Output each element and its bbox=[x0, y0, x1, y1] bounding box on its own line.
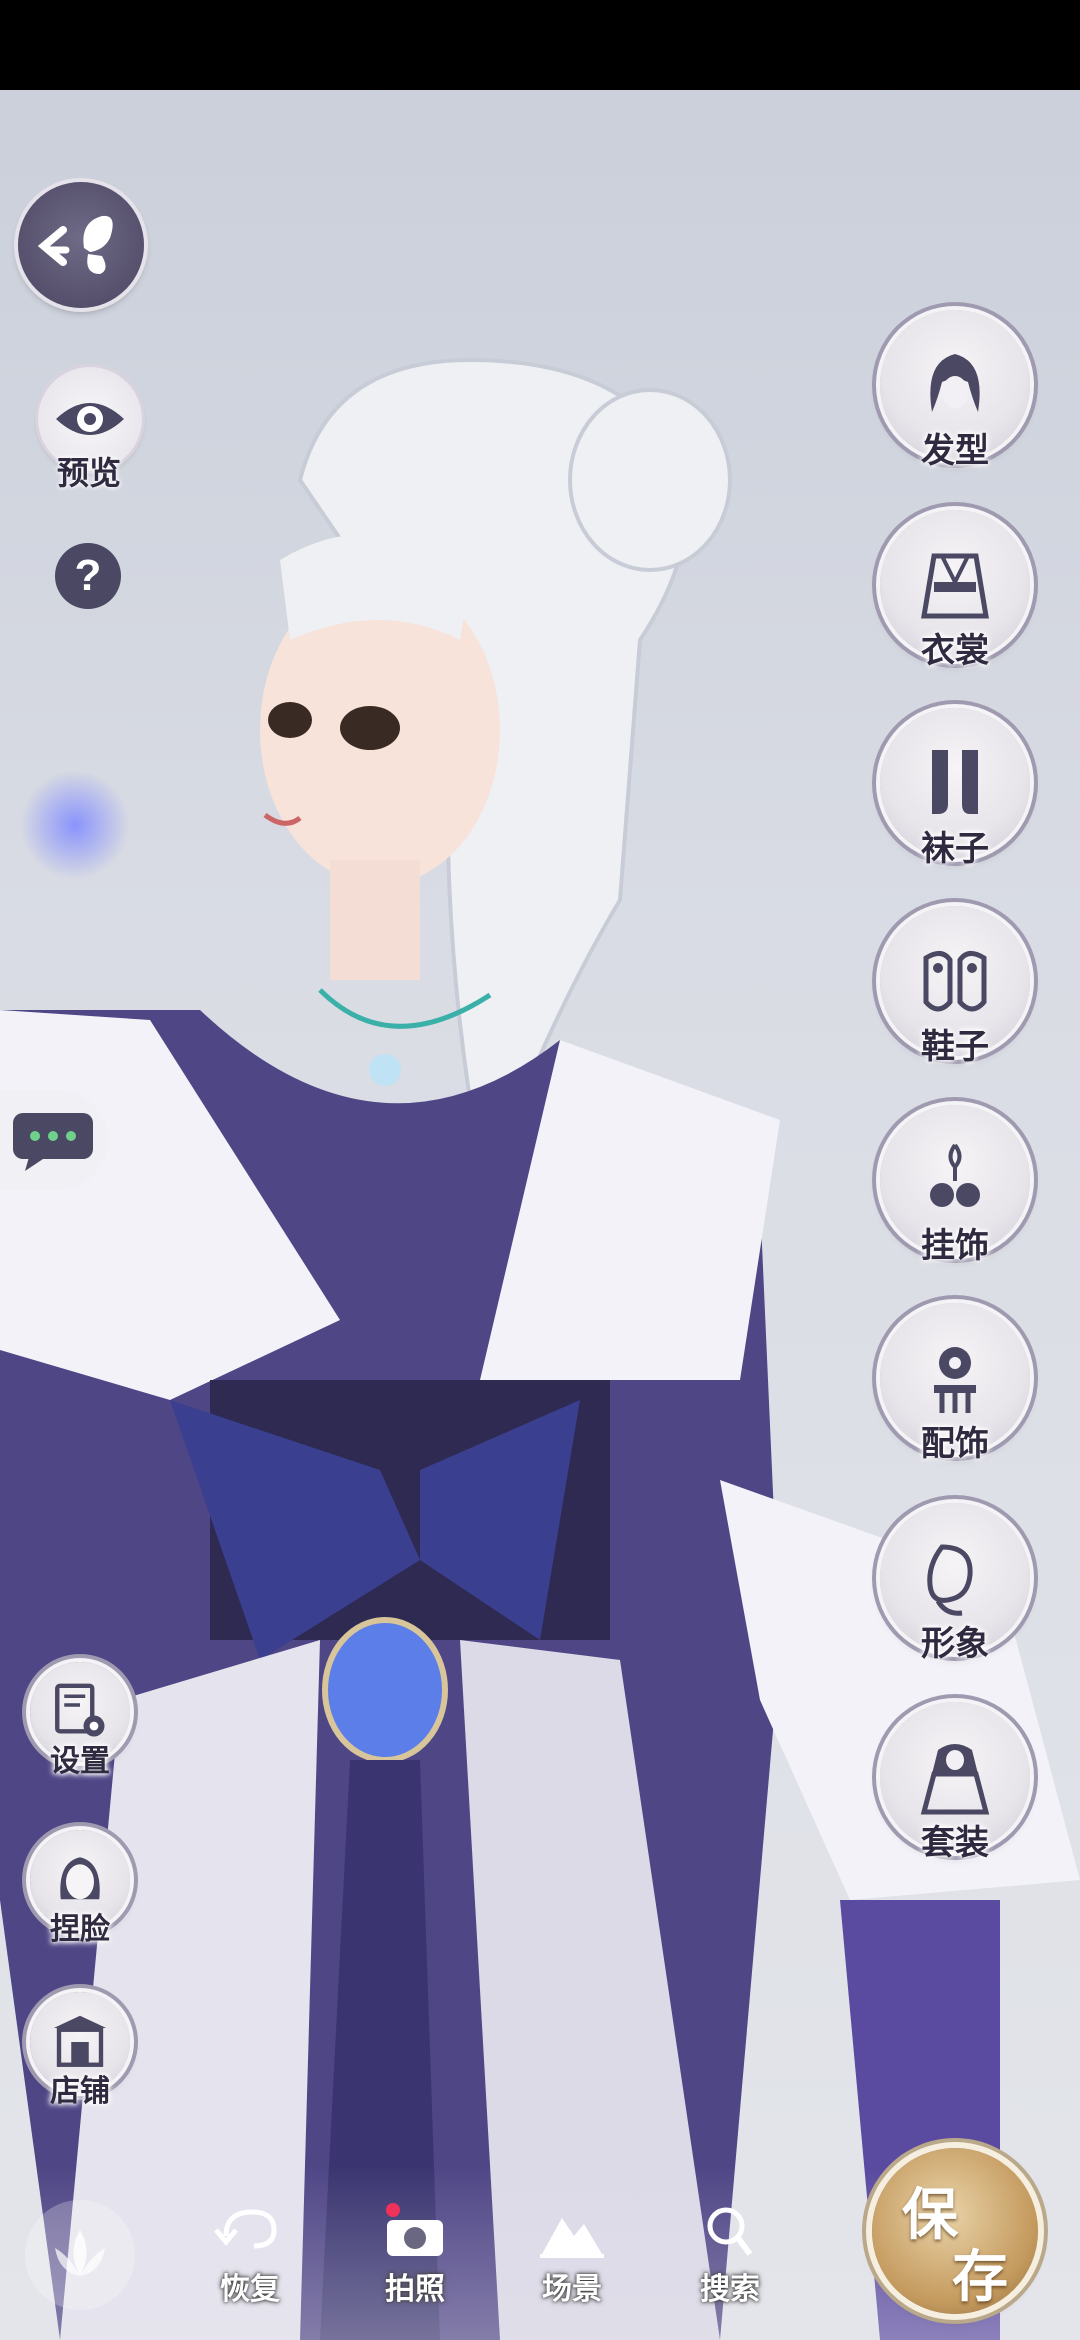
pendant-label: 挂饰 bbox=[921, 1226, 989, 1266]
lotus-icon bbox=[55, 2230, 105, 2276]
outfit-set-label: 套装 bbox=[921, 1823, 989, 1863]
preview-label: 预览 bbox=[57, 454, 122, 492]
restore-label: 恢复 bbox=[220, 2272, 280, 2307]
save-button[interactable]: 保 存 bbox=[872, 2148, 1038, 2314]
appearance-icon bbox=[927, 1544, 973, 1616]
restore-button[interactable]: 恢复 bbox=[190, 2200, 310, 2308]
shop-label: 店铺 bbox=[50, 2074, 110, 2109]
search-button[interactable]: 搜索 bbox=[670, 2200, 790, 2308]
back-butterfly-button[interactable] bbox=[18, 182, 144, 308]
shop-button[interactable]: 店铺 bbox=[30, 1992, 130, 2109]
save-label-char-1: 保 bbox=[902, 2182, 958, 2248]
socks-icon bbox=[932, 750, 978, 814]
face-edit-label: 捏脸 bbox=[50, 1912, 110, 1947]
appearance-label: 形象 bbox=[921, 1624, 989, 1664]
chat-icon bbox=[13, 1113, 93, 1171]
search-icon bbox=[707, 2207, 753, 2256]
hairstyle-icon bbox=[930, 354, 980, 412]
search-label: 搜索 bbox=[700, 2272, 760, 2307]
glow-orb bbox=[20, 770, 130, 880]
accessory-button[interactable]: 配饰 bbox=[880, 1303, 1030, 1464]
pendant-button[interactable]: 挂饰 bbox=[880, 1105, 1030, 1266]
outfit-set-button[interactable]: 套装 bbox=[880, 1702, 1030, 1863]
scene-button[interactable]: 场景 bbox=[512, 2200, 632, 2308]
appearance-button[interactable]: 形象 bbox=[880, 1503, 1030, 1664]
help-icon: ? bbox=[74, 551, 102, 600]
socks-button[interactable]: 袜子 bbox=[880, 708, 1030, 869]
settings-button[interactable]: 设置 bbox=[30, 1662, 130, 1779]
settings-label: 设置 bbox=[50, 1744, 110, 1779]
restore-icon bbox=[214, 2209, 277, 2249]
shoes-label: 鞋子 bbox=[921, 1027, 989, 1067]
chat-button[interactable] bbox=[0, 1090, 108, 1190]
shoes-icon bbox=[923, 951, 987, 1012]
photo-label: 拍照 bbox=[385, 2272, 445, 2307]
camera-icon bbox=[386, 2203, 443, 2256]
photo-button[interactable]: 拍照 bbox=[355, 2200, 475, 2308]
help-button[interactable]: ? bbox=[55, 543, 121, 609]
save-label-char-2: 存 bbox=[952, 2244, 1008, 2310]
hairstyle-label: 发型 bbox=[921, 431, 989, 471]
clothing-button[interactable]: 衣裳 bbox=[880, 510, 1030, 671]
clothing-icon bbox=[921, 553, 989, 619]
outfit-set-icon bbox=[920, 1744, 990, 1815]
accessory-icon bbox=[934, 1347, 976, 1413]
scene-icon bbox=[540, 2218, 604, 2258]
clothing-label: 衣裳 bbox=[921, 631, 989, 671]
scene-label: 场景 bbox=[542, 2272, 602, 2307]
socks-label: 袜子 bbox=[921, 829, 989, 869]
pendant-icon bbox=[930, 1143, 980, 1207]
status-bar bbox=[0, 0, 1080, 90]
face-edit-button[interactable]: 捏脸 bbox=[30, 1830, 130, 1947]
back-butterfly-icon bbox=[37, 215, 113, 274]
lotus-button[interactable] bbox=[25, 2200, 135, 2310]
shoes-button[interactable]: 鞋子 bbox=[880, 906, 1030, 1067]
accessory-label: 配饰 bbox=[921, 1424, 989, 1464]
hairstyle-button[interactable]: 发型 bbox=[880, 310, 1030, 471]
